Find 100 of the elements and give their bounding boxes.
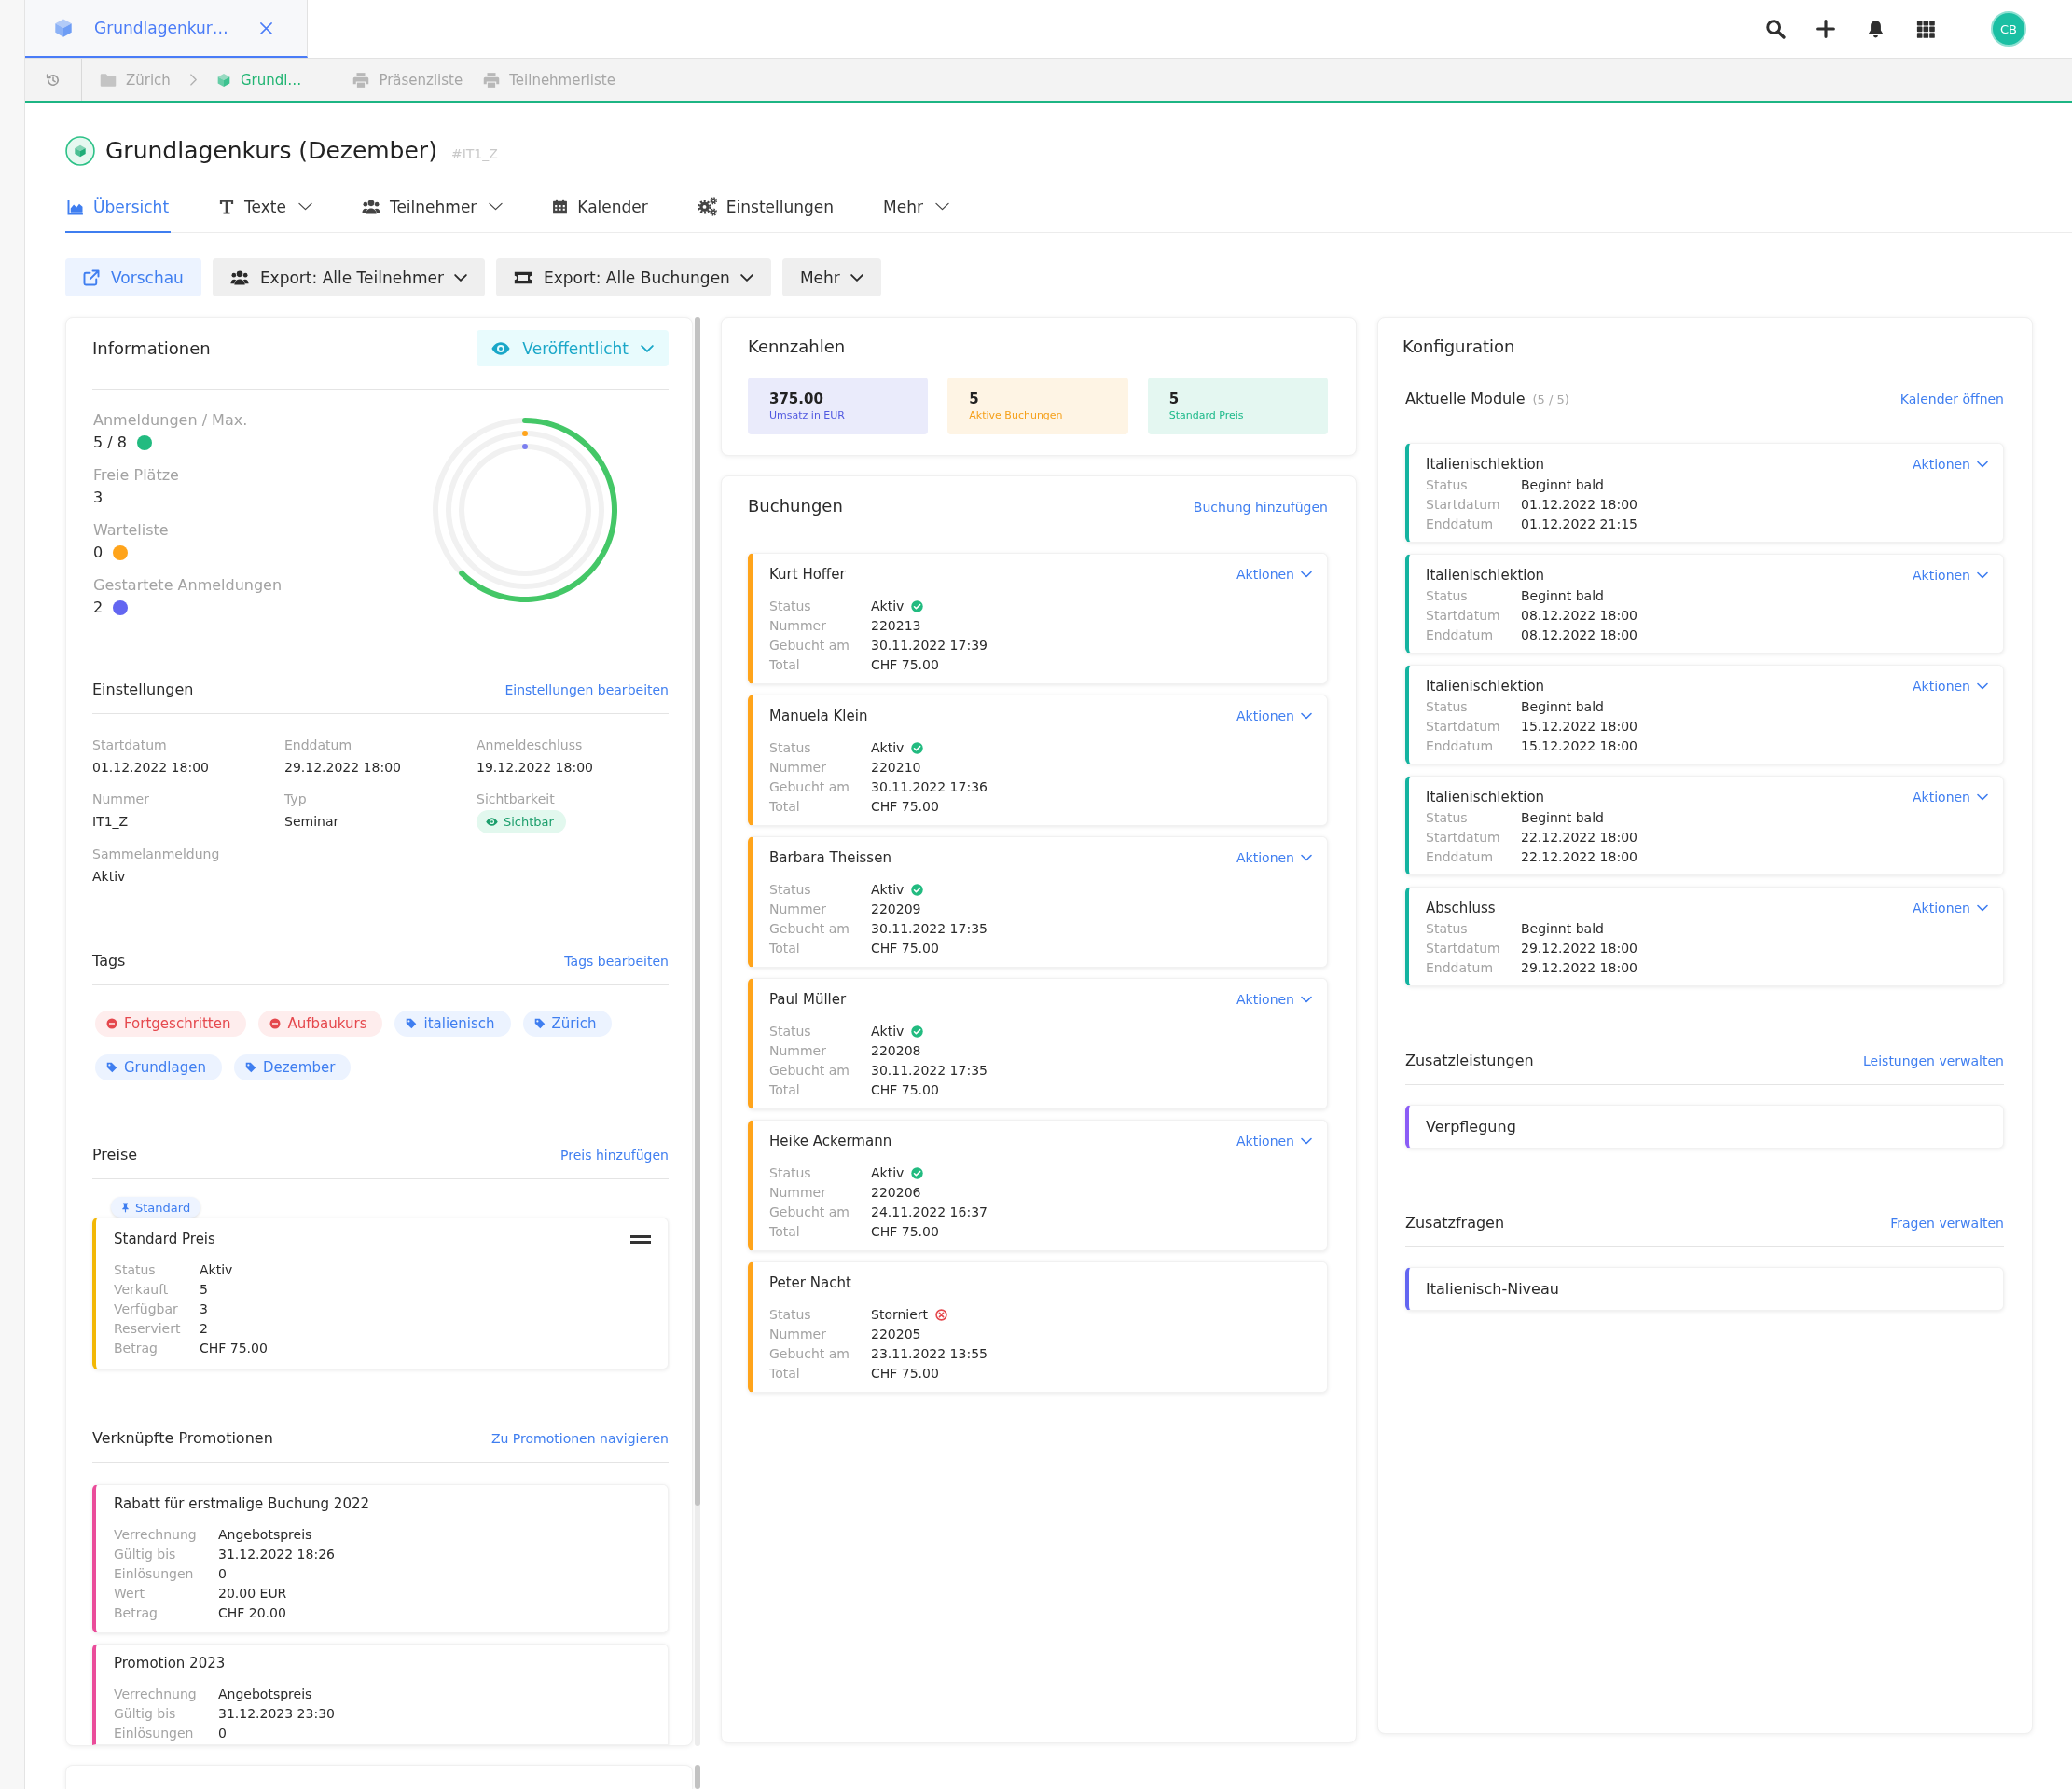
scrollbar-thumb[interactable] [695,317,700,1506]
field-label: Gültig bis [114,1546,177,1563]
section-link[interactable]: Tags bearbeiten [564,954,669,969]
field-label: Startdatum [1426,607,1501,625]
field-value: 08.12.2022 18:00 [1521,626,1637,644]
section-title: Zusatzleistungen [1405,1051,1534,1071]
field-label: Sammelanmeldung [92,846,220,863]
kpi-value: 5 [969,390,980,408]
actions-menu[interactable]: Aktionen [1913,677,1988,695]
field-label: Status [1426,476,1469,494]
field-value: IT1_Z [92,813,129,831]
field-value: 22.12.2022 18:00 [1521,848,1637,866]
tag-label: Aufbaukurs [287,1015,367,1032]
field-label: Betrag [114,1340,159,1357]
section-link[interactable]: Einstellungen bearbeiten [504,682,669,697]
field-value: CHF 75.00 [871,940,939,957]
print-link[interactable]: Präsenzliste [352,71,463,89]
field-value: CHF 75.00 [200,1340,268,1357]
booking-name: Kurt Hoffer [769,565,846,585]
section-link[interactable]: Kalender öffnen [1899,392,2004,406]
tag-label: Fortgeschritten [124,1015,231,1032]
toolbar-button[interactable]: Export: Alle Buchungen [496,258,771,296]
document-tab[interactable]: Grundlagenkur… [25,0,308,58]
nav-tab[interactable]: Mehr [881,182,951,233]
field-label: Verfügbar [114,1300,179,1318]
chevron-down-icon [1977,681,1988,692]
nav-tab[interactable]: Einstellungen [695,182,836,233]
field-value: 220210 [871,759,921,777]
field-label: Total [769,1365,801,1383]
chevron-down-icon [1301,1135,1312,1147]
chevron-down-icon [1977,791,1988,803]
booking-name: Manuela Klein [769,707,868,726]
breadcrumb-link[interactable]: Zürich [100,71,171,89]
field-value: Aktiv [92,868,126,886]
history-icon[interactable] [46,72,61,88]
field-value: 01.12.2022 18:00 [92,759,209,777]
field-value: Beginnt bald [1521,587,1604,605]
toolbar-button[interactable]: Mehr [781,258,881,296]
field-label: Reserviert [114,1320,182,1338]
section-link[interactable]: Fragen verwalten [1890,1216,2004,1231]
field-value: Angebotspreis [218,1686,312,1703]
actions-menu[interactable]: Aktionen [1236,990,1312,1009]
status-dropdown[interactable]: Veröffentlicht [477,330,669,366]
field-value: 24.11.2022 16:37 [871,1204,988,1221]
actions-menu[interactable]: Aktionen [1913,566,1988,585]
booking-name: Barbara Theissen [769,848,891,868]
service-name: Verpflegung [1426,1118,1516,1135]
toolbar-button[interactable]: Vorschau [65,258,201,296]
search-icon[interactable] [1765,19,1786,39]
stat-label: Gestartete Anmeldungen [93,575,283,596]
nav-tab[interactable]: Kalender [550,182,650,233]
chevron-down-icon [1301,710,1312,722]
field-value: 15.12.2022 18:00 [1521,737,1637,755]
actions-menu[interactable]: Aktionen [1913,455,1988,474]
print-link[interactable]: Teilnehmerliste [483,71,615,89]
section-link[interactable]: Zu Promotionen navigieren [490,1431,669,1446]
section-link[interactable]: Leistungen verwalten [1863,1053,2004,1068]
field-value: Angebotspreis [218,1526,312,1544]
kpi-value: 375.00 [769,390,824,408]
field-value: Beginnt bald [1521,920,1604,938]
scrollbar-thumb[interactable] [695,1765,700,1789]
field-value: CHF 75.00 [871,798,939,816]
actions-menu[interactable]: Aktionen [1236,565,1312,584]
field-value: 31.12.2023 23:30 [218,1705,335,1723]
chevron-down-icon [1977,902,1988,914]
actions-menu[interactable]: Aktionen [1913,899,1988,917]
field-value: 3 [200,1300,208,1318]
apps-grid-icon[interactable] [1916,19,1936,39]
breadcrumb-link[interactable]: Grundl… [215,71,302,89]
text-icon [218,198,236,215]
actions-menu[interactable]: Aktionen [1913,788,1988,806]
field-value: Aktiv [871,598,905,615]
field-label: Nummer [769,617,827,635]
module-name: Italienischlektion [1426,677,1545,696]
actions-menu[interactable]: Aktionen [1236,1132,1312,1150]
booking-name: Paul Müller [769,990,847,1010]
bell-icon[interactable] [1866,19,1886,39]
actions-menu[interactable]: Aktionen [1236,848,1312,867]
card-title: Konfiguration [1402,337,1515,356]
field-label: Nummer [769,1042,827,1060]
plus-icon[interactable] [1816,20,1835,38]
field-label: Enddatum [1426,848,1495,866]
nav-tab[interactable]: Übersicht [65,182,172,233]
toolbar-button[interactable]: Export: Alle Teilnehmer [212,258,485,296]
nav-tab[interactable]: Teilnehmer [359,182,505,233]
close-icon[interactable] [259,21,273,35]
field-value: 2 [200,1320,208,1338]
tag-icon [406,1018,418,1029]
actions-menu[interactable]: Aktionen [1236,707,1312,725]
field-value: 220208 [871,1042,921,1060]
field-label: Nummer [769,759,827,777]
eye-icon [486,816,498,828]
field-label: Anmeldeschluss [477,736,583,754]
drag-handle-icon[interactable] [630,1234,651,1244]
field-label: Status [769,739,812,757]
section-link[interactable]: Buchung hinzufügen [1193,500,1328,515]
nav-tab[interactable]: Texte [216,182,314,233]
field-label: Typ [284,791,307,808]
section-link[interactable]: Preis hinzufügen [560,1148,669,1163]
avatar[interactable]: CB [1991,11,2026,47]
